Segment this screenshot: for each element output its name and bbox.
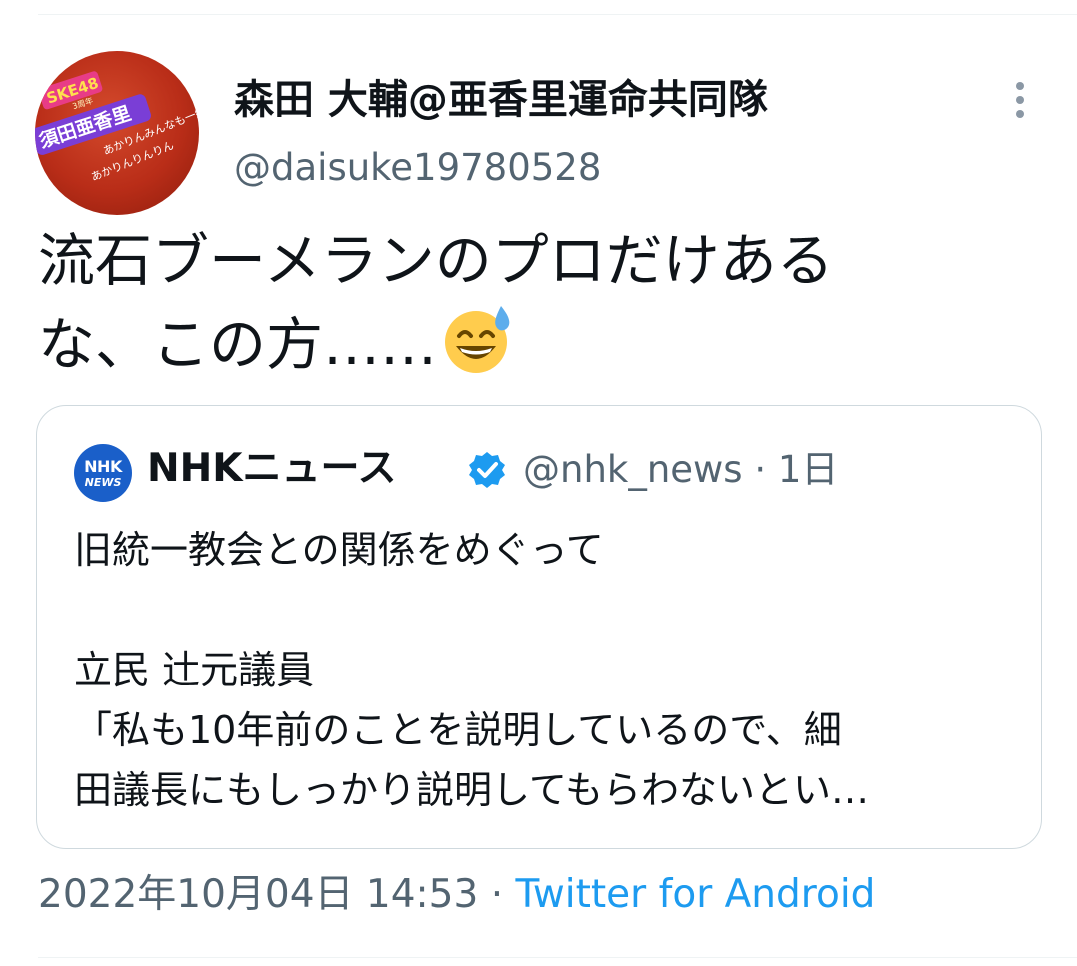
quoted-tweet-card[interactable]: NHK NEWS NHKニュース @nhk_news · 1日 旧統一教会との関… (36, 405, 1042, 849)
bottom-divider (38, 957, 1077, 958)
quoted-body-line: 「私も10年前のことを説明しているので、細 (74, 708, 842, 752)
quoted-body-line: 立民 辻元議員 (74, 648, 315, 692)
quoted-tweet-body: 旧統一教会との関係をめぐって 立民 辻元議員 「私も10年前のことを説明している… (74, 520, 1034, 820)
quoted-display-name: NHKニュース (147, 446, 397, 491)
quoted-time: · 1日 (742, 448, 839, 491)
tweet-metadata: 2022年10月04日 14:53 · Twitter for Android (38, 870, 875, 920)
tweet-text-line: な、この方…… (38, 302, 1048, 386)
quoted-body-line: 田議長にもしっかり説明してもらわないとい… (74, 768, 869, 812)
tweet-text-line: 流石ブーメランのプロだけある (38, 228, 834, 294)
nhk-logo-subtext: NEWS (84, 476, 122, 489)
tweet-source-link[interactable]: Twitter for Android (516, 872, 876, 917)
user-handle[interactable]: @daisuke19780528 (234, 145, 601, 191)
quoted-handle: @nhk_news (523, 448, 743, 491)
avatar-image: SKE48 3周年 須田亜香里 あかりんみんなも一緒に？ あかりんりんりん (35, 71, 199, 184)
meta-separator: · (478, 872, 516, 917)
quoted-body-line (74, 580, 1034, 640)
nhk-logo-text: NHK (84, 457, 122, 476)
verified-badge-icon (469, 452, 505, 488)
tweet-text-line-content: な、この方…… (38, 312, 437, 378)
tweet-text: 流石ブーメランのプロだけある な、この方…… (38, 220, 1048, 386)
avatar[interactable]: SKE48 3周年 須田亜香里 あかりんみんなも一緒に？ あかりんりんりん (35, 51, 199, 215)
more-options-button[interactable] (1004, 76, 1036, 124)
grinning-face-with-sweat-icon (445, 306, 510, 373)
tweet-timestamp[interactable]: 2022年10月04日 14:53 (38, 872, 478, 917)
top-divider (38, 14, 1077, 15)
quoted-body-line: 旧統一教会との関係をめぐって (74, 528, 604, 572)
display-name[interactable]: 森田 大輔@亜香里運命共同隊 (234, 76, 768, 124)
tweet-detail-view: SKE48 3周年 須田亜香里 あかりんみんなも一緒に？ あかりんりんりん 森田… (0, 0, 1077, 966)
nhk-news-logo[interactable]: NHK NEWS (74, 444, 132, 502)
more-vertical-icon (1016, 82, 1024, 118)
quoted-meta: @nhk_news · 1日 (523, 446, 838, 494)
